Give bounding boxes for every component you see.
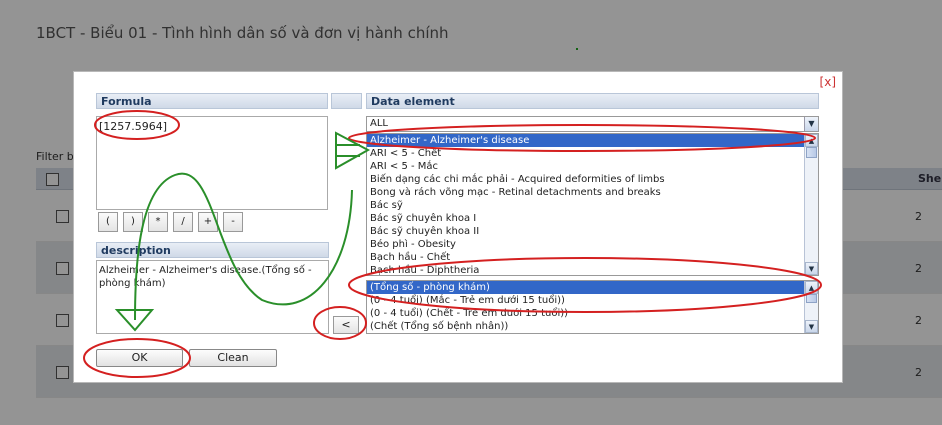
description-header: description — [96, 242, 329, 258]
operator-plus-button[interactable]: + — [198, 212, 218, 232]
formula-header: Formula — [96, 93, 328, 109]
category-option-item[interactable]: (Chết (Tổng số bệnh nhân)) — [367, 320, 818, 333]
data-element-item[interactable]: ARI < 5 - Mắc — [367, 160, 818, 173]
scroll-up-icon[interactable]: ▲ — [805, 281, 818, 294]
operator-divide-button[interactable]: / — [173, 212, 193, 232]
data-element-list[interactable]: Alzheimer - Alzheimer's disease ARI < 5 -… — [366, 133, 819, 276]
data-element-item[interactable]: Bong và rách võng mạc - Retinal detachme… — [367, 186, 818, 199]
filter-selected-value: ALL — [370, 118, 388, 129]
formula-input[interactable]: [1257.5964] — [96, 116, 328, 210]
scroll-thumb[interactable] — [806, 147, 817, 158]
category-option-item[interactable]: (0 - 4 tuổi) (Mắc - Trẻ em dưới 15 tuổi)… — [367, 294, 818, 307]
scroll-down-icon[interactable]: ▼ — [805, 320, 818, 333]
data-element-item[interactable]: Béo phì - Obesity — [367, 238, 818, 251]
data-element-item[interactable]: Alzheimer - Alzheimer's disease — [367, 134, 818, 147]
data-element-filter-select[interactable]: ALL ▼ — [366, 116, 819, 132]
data-element-item[interactable]: Bạch hầu - Diphtheria — [367, 264, 818, 275]
scroll-down-icon[interactable]: ▼ — [805, 262, 818, 275]
spacer-header — [331, 93, 362, 109]
category-option-item[interactable]: (Tổng số - phòng khám) — [367, 281, 818, 294]
category-option-item[interactable]: (0 - 4 tuổi) (Chết - Trẻ em dưới 15 tuổi… — [367, 307, 818, 320]
element-list-scrollbar[interactable]: ▲ ▼ — [804, 134, 818, 275]
category-option-list[interactable]: (Tổng số - phòng khám) (0 - 4 tuổi) (Mắc … — [366, 280, 819, 334]
data-element-item[interactable]: Biến dạng các chi mắc phải - Acquired de… — [367, 173, 818, 186]
data-element-item[interactable]: Bác sỹ — [367, 199, 818, 212]
formula-dialog: [x] Formula [1257.5964] ( ) * / + - desc… — [73, 71, 843, 383]
data-element-item[interactable]: Bạch hầu - Chết — [367, 251, 818, 264]
data-element-item[interactable]: ARI < 5 - Chết — [367, 147, 818, 160]
data-element-header: Data element — [366, 93, 819, 109]
close-button[interactable]: [x] — [820, 75, 836, 89]
description-textarea[interactable]: Alzheimer - Alzheimer's disease.(Tổng số… — [96, 260, 329, 334]
operator-minus-button[interactable]: - — [223, 212, 243, 232]
category-list-scrollbar[interactable]: ▲ ▼ — [804, 281, 818, 333]
data-element-item[interactable]: Bác sỹ chuyên khoa II — [367, 225, 818, 238]
scroll-up-icon[interactable]: ▲ — [805, 134, 818, 147]
scroll-thumb[interactable] — [806, 294, 817, 303]
chevron-down-icon[interactable]: ▼ — [804, 117, 818, 131]
insert-arrow-button[interactable]: < — [333, 316, 359, 334]
operator-open-paren-button[interactable]: ( — [98, 212, 118, 232]
ok-button[interactable]: OK — [96, 349, 183, 367]
data-element-item[interactable]: Bác sỹ chuyên khoa I — [367, 212, 818, 225]
operator-close-paren-button[interactable]: ) — [123, 212, 143, 232]
operator-multiply-button[interactable]: * — [148, 212, 168, 232]
clean-button[interactable]: Clean — [189, 349, 277, 367]
